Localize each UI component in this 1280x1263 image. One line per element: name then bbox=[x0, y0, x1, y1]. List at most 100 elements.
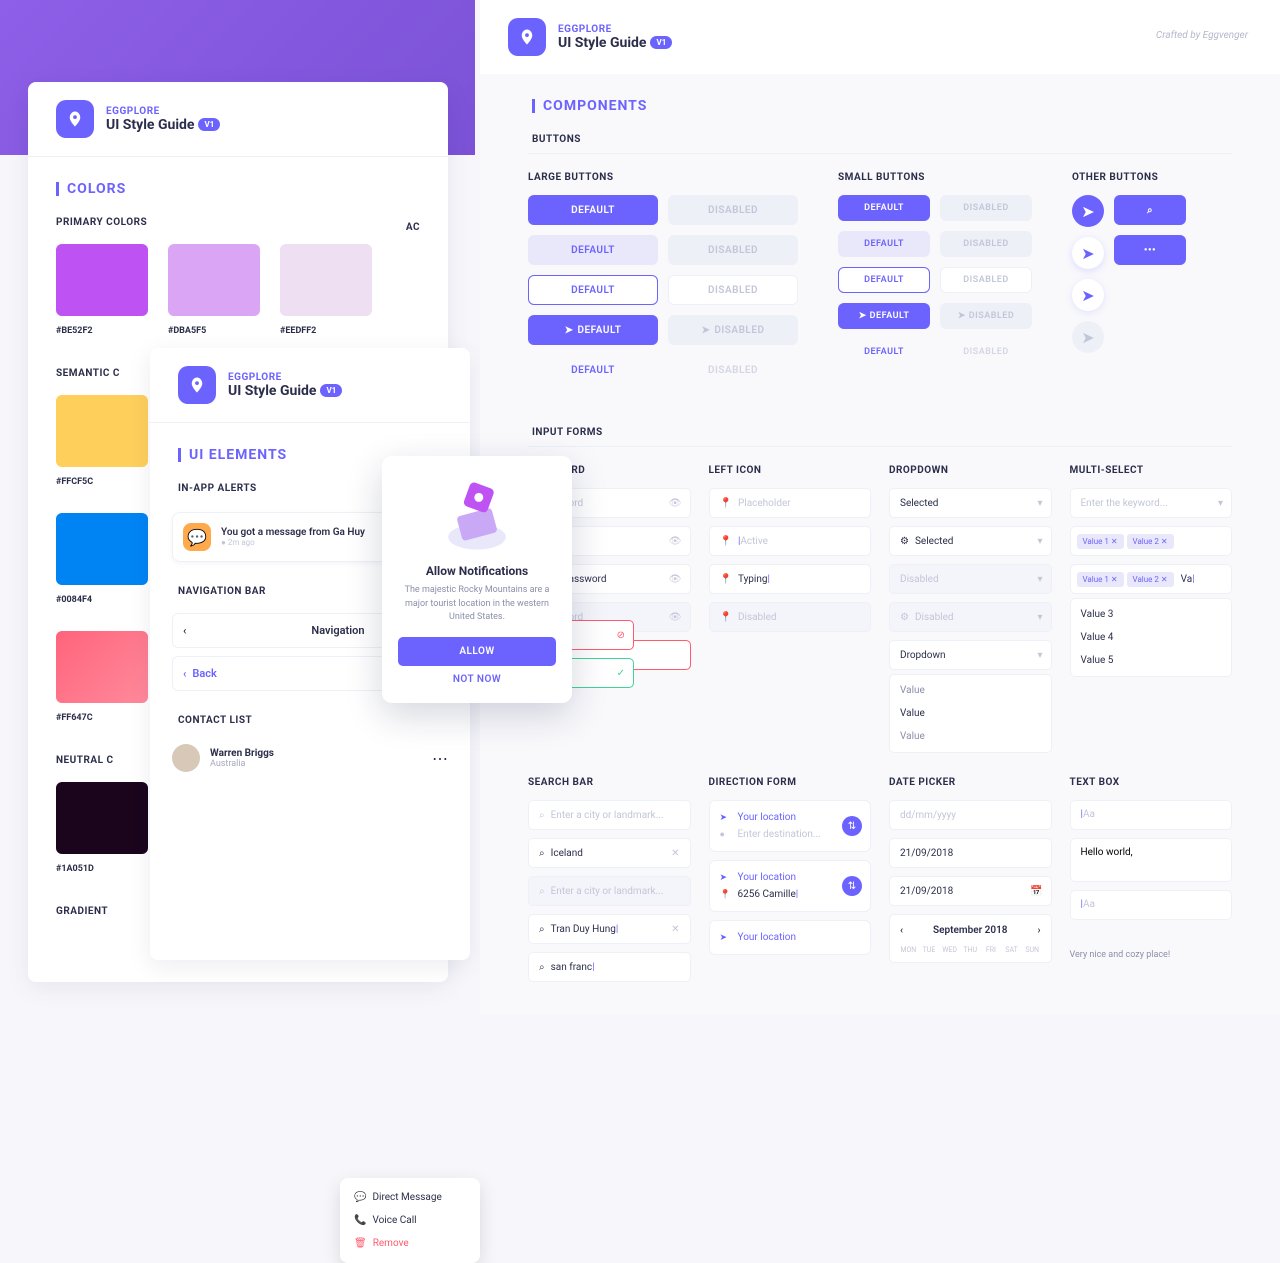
chat-icon: 💬 bbox=[183, 523, 211, 551]
search-input[interactable]: ⌕Iceland✕ bbox=[528, 838, 691, 868]
btn-round-dots[interactable]: ••• bbox=[1114, 235, 1186, 265]
multiselect[interactable]: Enter the keyword...▾ bbox=[1070, 488, 1233, 518]
icon-input-active[interactable]: 📍|Active bbox=[709, 526, 872, 556]
dropdown[interactable]: Selected▾ bbox=[889, 488, 1052, 518]
tag: Value 2 ✕ bbox=[1127, 572, 1174, 587]
section-components: COMPONENTS bbox=[504, 74, 1256, 126]
pin-icon: 📍 bbox=[720, 574, 732, 585]
icon-input-typing[interactable]: 📍Typing| bbox=[709, 564, 872, 594]
panel-header: EGGPLORE UI Style GuideV1 bbox=[150, 348, 470, 423]
dropdown-option[interactable]: Value bbox=[890, 702, 1051, 725]
settings-icon: ⚙ bbox=[900, 536, 909, 547]
chevron-down-icon: ▾ bbox=[1037, 612, 1042, 623]
search-input[interactable]: ⌕Enter a city or landmark... bbox=[528, 800, 691, 830]
tag: Value 1 ✕ bbox=[1077, 572, 1124, 587]
calendar[interactable]: ‹September 2018› MONTUEWEDTHUFRISATSUN bbox=[889, 914, 1052, 963]
btn-default-text[interactable]: DEFAULT bbox=[528, 355, 658, 385]
swatch[interactable] bbox=[56, 513, 148, 585]
textbox[interactable]: |Aa bbox=[1070, 890, 1233, 920]
dropdown-disabled-icon: ⚙Disabled▾ bbox=[889, 602, 1052, 632]
dropdown-disabled: Disabled▾ bbox=[889, 564, 1052, 594]
swap-icon[interactable]: ⇅ bbox=[842, 816, 862, 836]
chevron-left-icon[interactable]: ‹ bbox=[900, 925, 903, 936]
trash-icon: 🗑 bbox=[354, 1238, 367, 1249]
buttons-heading: BUTTONS bbox=[504, 126, 1256, 153]
chevron-left-icon[interactable]: ‹ bbox=[183, 624, 186, 637]
dropdown-option[interactable]: Value bbox=[890, 725, 1051, 748]
direction-form[interactable]: ➤Your location bbox=[709, 920, 872, 955]
btn-sm-icon[interactable]: ➤DEFAULT bbox=[838, 303, 930, 329]
btn-sm-soft[interactable]: DEFAULT bbox=[838, 231, 930, 257]
date-input[interactable]: dd/mm/yyyy bbox=[889, 800, 1052, 830]
ms-option[interactable]: Value 3 bbox=[1071, 603, 1232, 626]
swatch[interactable] bbox=[168, 244, 260, 316]
swatch[interactable] bbox=[56, 395, 148, 467]
btn-default-soft[interactable]: DEFAULT bbox=[528, 235, 658, 265]
textbox[interactable]: Hello world, bbox=[1070, 838, 1233, 882]
btn-default-icon[interactable]: ➤DEFAULT bbox=[528, 315, 658, 345]
textbox[interactable]: |Aa bbox=[1070, 800, 1233, 830]
eye-icon[interactable]: 👁 bbox=[669, 498, 682, 509]
brand-title: UI Style GuideV1 bbox=[106, 117, 220, 133]
date-input[interactable]: 21/09/2018 bbox=[889, 838, 1052, 868]
phone-icon: 📞 bbox=[354, 1215, 366, 1226]
multiselect-tags[interactable]: Value 1 ✕Value 2 ✕ bbox=[1070, 526, 1233, 556]
eye-icon: 👁 bbox=[669, 612, 682, 623]
search-icon: ⌕ bbox=[539, 810, 545, 821]
btn-disabled-text: DISABLED bbox=[668, 355, 798, 385]
eye-icon[interactable]: 👁 bbox=[669, 536, 682, 547]
btn-sm-text[interactable]: DEFAULT bbox=[838, 339, 930, 365]
direction-form[interactable]: ➤Your location 📍6256 Camille| ⇅ bbox=[709, 860, 872, 912]
swatch[interactable] bbox=[280, 244, 372, 316]
btn-sm-disabled-icon: ➤DISABLED bbox=[940, 303, 1032, 329]
swatch[interactable] bbox=[56, 782, 148, 854]
search-input[interactable]: ⌕Tran Duy Hung|✕ bbox=[528, 914, 691, 944]
dropdown-icon[interactable]: ⚙Selected▾ bbox=[889, 526, 1052, 556]
dropdown-list: Value Value Value bbox=[889, 674, 1052, 753]
clear-icon[interactable]: ✕ bbox=[671, 924, 679, 935]
calendar-icon[interactable]: 📅 bbox=[1030, 886, 1042, 897]
btn-round-search[interactable]: ⌕ bbox=[1114, 195, 1186, 225]
bottom-grid: SEARCH BAR ⌕Enter a city or landmark... … bbox=[504, 773, 1256, 990]
menu-call[interactable]: 📞Voice Call bbox=[340, 1209, 480, 1232]
search-icon: ⌕ bbox=[1147, 205, 1153, 216]
btn-circle-fill[interactable]: ➤ bbox=[1072, 195, 1104, 227]
contact-row[interactable]: Warren BriggsAustralia ⋯ bbox=[172, 744, 448, 772]
btn-sm-outline[interactable]: DEFAULT bbox=[838, 267, 930, 293]
btn-sm-fill[interactable]: DEFAULT bbox=[838, 195, 930, 221]
dropdown-option[interactable]: Value bbox=[890, 679, 1051, 702]
btn-sm-disabled: DISABLED bbox=[940, 231, 1032, 257]
send-icon: ➤ bbox=[720, 873, 734, 883]
ms-option[interactable]: Value 5 bbox=[1071, 649, 1232, 672]
btn-circle-white[interactable]: ➤ bbox=[1072, 279, 1104, 311]
logo-icon bbox=[178, 366, 216, 404]
multiselect-typing[interactable]: Value 1 ✕Value 2 ✕Va| bbox=[1070, 564, 1233, 594]
search-icon: ⌕ bbox=[539, 924, 545, 935]
btn-sm-disabled: DISABLED bbox=[940, 195, 1032, 221]
swatch[interactable] bbox=[56, 631, 148, 703]
allow-button[interactable]: ALLOW bbox=[398, 637, 556, 666]
btn-default-fill[interactable]: DEFAULT bbox=[528, 195, 658, 225]
accent-heading: AC bbox=[378, 214, 448, 241]
menu-remove[interactable]: 🗑Remove bbox=[340, 1232, 480, 1255]
chevron-down-icon: ▾ bbox=[1037, 498, 1042, 509]
pin-icon: 📍 bbox=[720, 890, 734, 900]
swatch[interactable] bbox=[56, 244, 148, 316]
chevron-right-icon[interactable]: › bbox=[1037, 925, 1040, 936]
other-buttons-heading: OTHER BUTTONS bbox=[1072, 172, 1232, 183]
btn-circle-white[interactable]: ➤ bbox=[1072, 237, 1104, 269]
swap-icon[interactable]: ⇅ bbox=[842, 876, 862, 896]
btn-default-outline[interactable]: DEFAULT bbox=[528, 275, 658, 305]
notnow-button[interactable]: NOT NOW bbox=[398, 674, 556, 685]
menu-dm[interactable]: 💬Direct Message bbox=[340, 1186, 480, 1209]
search-input[interactable]: ⌕san franc| bbox=[528, 952, 691, 982]
clear-icon[interactable]: ✕ bbox=[671, 848, 679, 859]
more-icon[interactable]: ⋯ bbox=[432, 749, 448, 768]
dropdown-heading: DROPDOWN bbox=[889, 465, 1052, 476]
ms-option[interactable]: Value 4 bbox=[1071, 626, 1232, 649]
dropdown-open[interactable]: Dropdown▾ bbox=[889, 640, 1052, 670]
direction-form[interactable]: ➤Your location ●Enter destination... ⇅ bbox=[709, 800, 872, 852]
icon-input[interactable]: 📍Placeholder bbox=[709, 488, 872, 518]
date-input-icon[interactable]: 21/09/2018📅 bbox=[889, 876, 1052, 906]
eye-off-icon[interactable]: 👁 bbox=[669, 574, 682, 585]
